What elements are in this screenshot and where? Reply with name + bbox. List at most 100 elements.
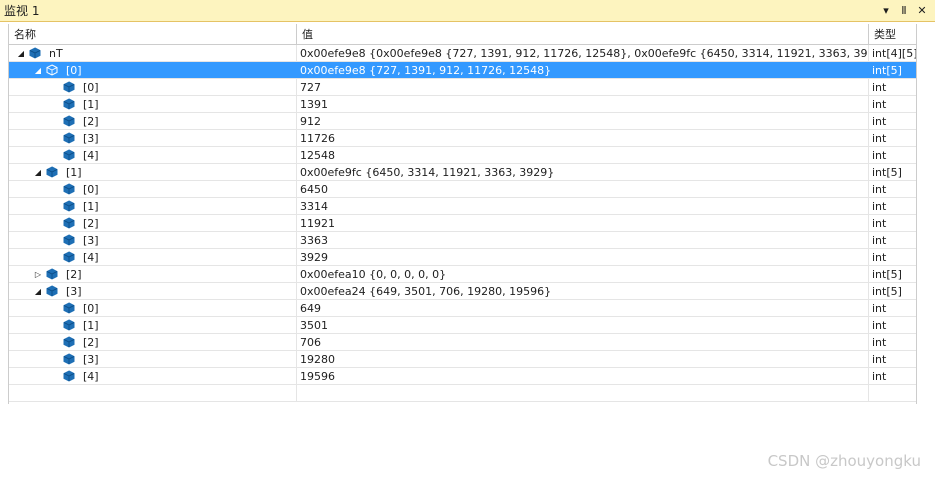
row-value[interactable]: 3363 [297,232,869,248]
row-value[interactable]: 912 [297,113,869,129]
row-name-cell: [0] [9,181,297,197]
watch-row[interactable]: [4] 3929 int [9,249,916,266]
row-name-cell: ◢ [1] [9,164,297,180]
row-value[interactable]: 727 [297,79,869,95]
row-value[interactable]: 12548 [297,147,869,163]
pin-icon[interactable]: Ⅱ [897,4,911,18]
row-name-cell: ▷ [2] [9,266,297,282]
row-type: int [872,369,887,383]
expanded-arrow-icon[interactable]: ◢ [32,166,44,178]
watch-row[interactable]: [3] 19280 int [9,351,916,368]
watch-row[interactable]: ◢ [3] 0x00efea24 {649, 3501, 706, 19280, 1… [9,283,916,300]
watch-row[interactable]: [1] 1391 int [9,96,916,113]
row-type: int [872,199,887,213]
row-name-cell: ◢ [0] [9,62,297,78]
close-icon[interactable]: ✕ [915,4,929,18]
dropdown-icon[interactable]: ▾ [879,4,893,18]
row-value[interactable]: 19596 [297,368,869,384]
expanded-arrow-icon[interactable]: ◢ [32,64,44,76]
empty-row[interactable] [9,385,916,402]
row-type: int[5] [872,63,902,77]
title-controls: ▾ Ⅱ ✕ [879,4,929,18]
watch-window: 监视 1 ▾ Ⅱ ✕ 名称 值 类型 ◢ nT 0x00efe9e8 {0x00ef… [0,0,935,480]
variable-icon [46,268,58,280]
watch-row[interactable]: [0] 649 int [9,300,916,317]
row-value[interactable]: 649 [297,300,869,316]
column-header-type[interactable]: 类型 [869,24,916,44]
row-value[interactable]: 0x00efea10 {0, 0, 0, 0, 0} [297,266,869,282]
row-value[interactable]: 11921 [297,215,869,231]
watch-row[interactable]: ◢ [0] 0x00efe9e8 {727, 1391, 912, 11726, 1… [9,62,916,79]
row-type: int[5] [872,165,902,179]
watch-titlebar[interactable]: 监视 1 ▾ Ⅱ ✕ [0,0,935,22]
row-value[interactable]: 0x00efe9fc {6450, 3314, 11921, 3363, 392… [297,164,869,180]
watch-row[interactable]: [2] 912 int [9,113,916,130]
row-value[interactable]: 3501 [297,317,869,333]
row-name: [2] [66,267,82,281]
row-value[interactable]: 0x00efea24 {649, 3501, 706, 19280, 19596… [297,283,869,299]
collapsed-arrow-icon[interactable]: ▷ [32,268,44,280]
row-name-cell: [3] [9,130,297,146]
row-name: [2] [83,216,99,230]
watch-row[interactable]: [0] 727 int [9,79,916,96]
row-type: int[5] [872,267,902,281]
row-name-cell: [1] [9,317,297,333]
variable-icon [63,115,75,127]
row-name-cell: [2] [9,215,297,231]
variable-icon [63,370,75,382]
watch-row[interactable]: [1] 3501 int [9,317,916,334]
row-name-cell: [3] [9,232,297,248]
watch-row[interactable]: ◢ nT 0x00efe9e8 {0x00efe9e8 {727, 1391, 91… [9,45,916,62]
watch-row[interactable]: [1] 3314 int [9,198,916,215]
watch-row[interactable]: ◢ [1] 0x00efe9fc {6450, 3314, 11921, 3363,… [9,164,916,181]
row-type: int [872,301,887,315]
window-title: 监视 1 [4,4,40,18]
variable-icon [46,166,58,178]
row-name-cell: ◢ [3] [9,283,297,299]
watch-row[interactable]: [2] 706 int [9,334,916,351]
row-type: int [872,114,887,128]
row-name-cell: [2] [9,113,297,129]
variable-icon [63,234,75,246]
row-value[interactable]: 706 [297,334,869,350]
watch-row[interactable]: [2] 11921 int [9,215,916,232]
grid-header: 名称 值 类型 [9,24,916,45]
row-value[interactable]: 0x00efe9e8 {0x00efe9e8 {727, 1391, 912, … [297,45,869,61]
variable-icon [46,285,58,297]
watch-row[interactable]: [4] 12548 int [9,147,916,164]
row-value[interactable]: 3314 [297,198,869,214]
row-value[interactable]: 3929 [297,249,869,265]
watermark: CSDN @zhouyongku [767,452,921,470]
row-type: int [872,131,887,145]
watch-row[interactable]: ▷ [2] 0x00efea10 {0, 0, 0, 0, 0} int[5] [9,266,916,283]
watch-row[interactable]: [0] 6450 int [9,181,916,198]
variable-icon [63,302,75,314]
row-name-cell: [4] [9,368,297,384]
column-header-name[interactable]: 名称 [9,24,297,44]
variable-icon [63,132,75,144]
watch-row[interactable]: [3] 3363 int [9,232,916,249]
variable-icon [29,47,41,59]
row-type: int [872,148,887,162]
row-value[interactable]: 0x00efe9e8 {727, 1391, 912, 11726, 12548… [297,62,869,78]
watch-grid: 名称 值 类型 ◢ nT 0x00efe9e8 {0x00efe9e8 {727, … [8,24,917,404]
watch-row[interactable]: [3] 11726 int [9,130,916,147]
watch-row[interactable]: [4] 19596 int [9,368,916,385]
row-value[interactable]: 11726 [297,130,869,146]
row-name: [4] [83,148,99,162]
expanded-arrow-icon[interactable]: ◢ [15,47,27,59]
expanded-arrow-icon[interactable]: ◢ [32,285,44,297]
row-value[interactable]: 6450 [297,181,869,197]
row-value[interactable]: 1391 [297,96,869,112]
row-name: [1] [83,97,99,111]
column-header-value[interactable]: 值 [297,24,869,44]
variable-icon [63,183,75,195]
row-value[interactable]: 19280 [297,351,869,367]
